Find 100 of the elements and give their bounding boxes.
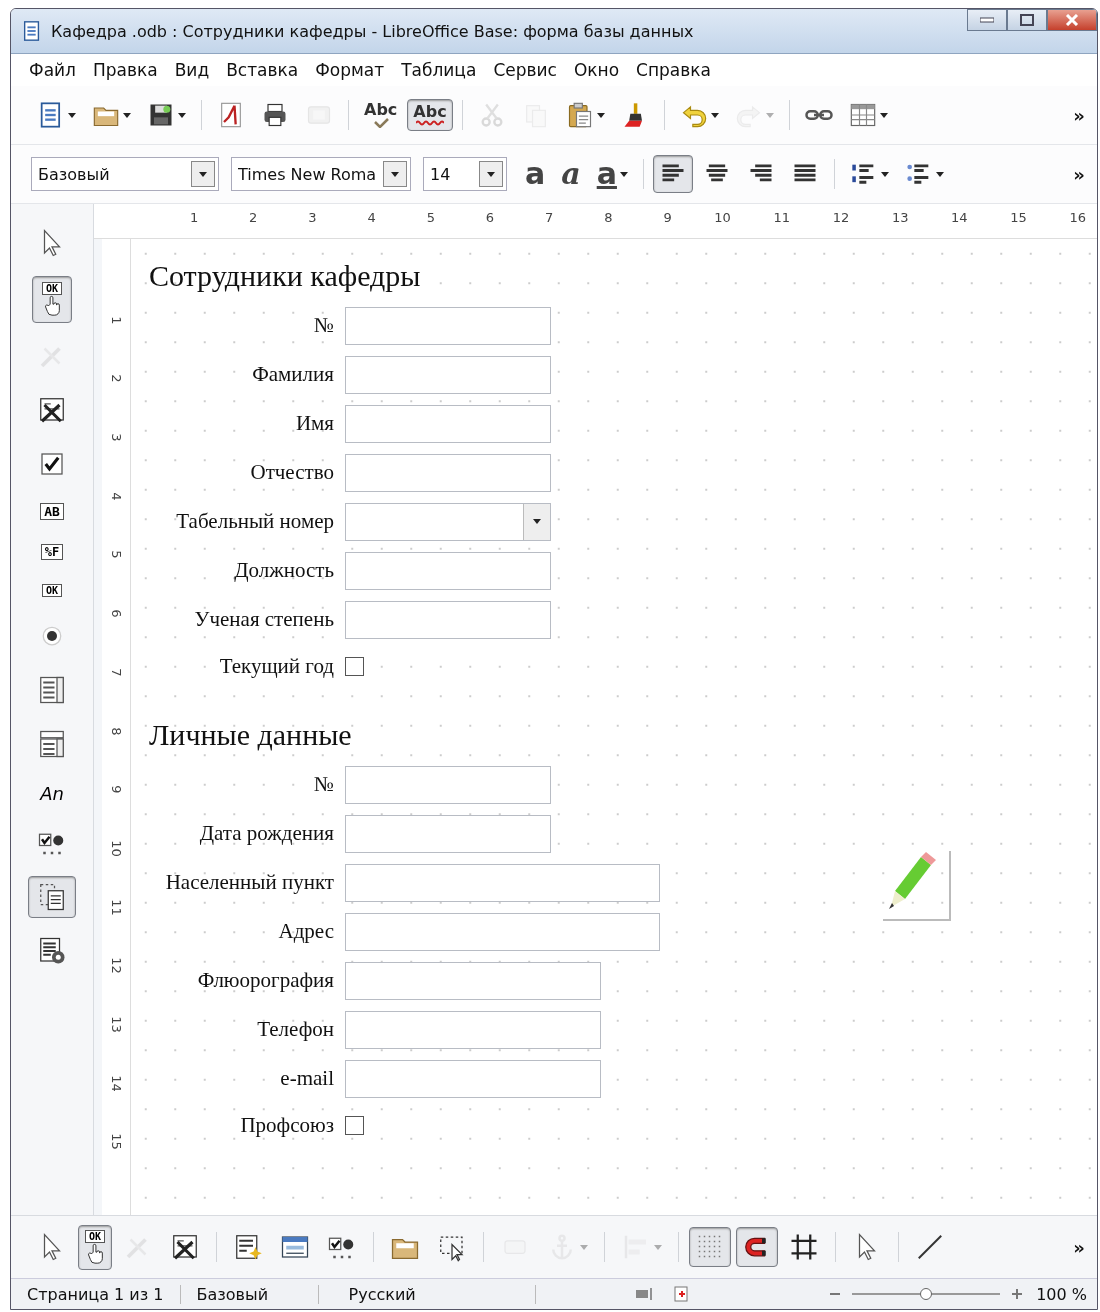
menu-item[interactable]: Вставка: [226, 60, 299, 80]
font-dropdown[interactable]: Times New Roma: [231, 157, 411, 191]
ruler-number: 11: [108, 898, 124, 916]
field-label: Профсоюз: [239, 1112, 334, 1138]
text-field[interactable]: [345, 863, 660, 902]
label-button[interactable]: An: [31, 777, 73, 810]
text-field[interactable]: [345, 1059, 601, 1098]
minimize-icon: [980, 17, 994, 23]
form-design-icon: [37, 395, 67, 425]
field-label: Ученая степень: [193, 607, 334, 632]
text-field[interactable]: [345, 961, 601, 1000]
ruler-number: 11: [773, 210, 791, 225]
style-status: Базовый: [180, 1284, 319, 1304]
ruler-number: 13: [891, 210, 909, 225]
checkbox[interactable]: [345, 656, 364, 676]
field-label: Адрес: [277, 919, 334, 944]
close-icon: [1065, 14, 1079, 26]
ruler-number: 14: [108, 1074, 124, 1092]
menu-item[interactable]: Вид: [174, 60, 210, 80]
menu-item[interactable]: Окно: [573, 60, 620, 80]
window-title: Кафедра .odb : Сотрудники кафедры - LibreOffice Base: форма базы данных: [51, 21, 695, 41]
menu-item[interactable]: Справка: [636, 60, 711, 80]
minimize-button[interactable]: [967, 9, 1007, 31]
spellcheck-button[interactable]: Abc: [358, 97, 404, 133]
ruler-number: 6: [108, 609, 124, 618]
ruler-number: 15: [1010, 210, 1027, 225]
section-heading: Сотрудники кафедры: [149, 259, 422, 293]
more-button[interactable]: »: [1073, 163, 1085, 185]
align-left-button[interactable]: [652, 155, 693, 193]
control-mode-button[interactable]: OK: [32, 276, 72, 323]
text-field[interactable]: [345, 814, 551, 853]
size-dropdown[interactable]: 14: [423, 157, 507, 191]
field-label: Населенный пункт: [164, 870, 334, 895]
combo-field[interactable]: [345, 502, 551, 541]
add-field-icon: [233, 1232, 263, 1262]
text-field[interactable]: [345, 912, 660, 951]
ruler-number: 7: [108, 668, 124, 677]
text-field[interactable]: [345, 404, 551, 443]
underline-button[interactable]: a: [590, 154, 634, 194]
check-icon: [372, 118, 389, 128]
bold-button[interactable]: a: [519, 154, 552, 194]
text-field[interactable]: [345, 765, 551, 804]
caret-icon: [199, 171, 207, 177]
field-label: Табельный номер: [175, 509, 334, 534]
field-label: Текущий год: [218, 653, 334, 679]
caret-icon: [487, 171, 495, 177]
field-label: Дата рождения: [198, 821, 334, 846]
grid-button[interactable]: [689, 1227, 731, 1267]
pencil-icon: [883, 851, 951, 921]
maximize-button[interactable]: [1007, 9, 1047, 31]
caret-icon: [391, 171, 399, 177]
menu-item[interactable]: Сервис: [493, 60, 557, 80]
zoom-in-icon[interactable]: [1012, 1289, 1023, 1299]
control-mode-button[interactable]: OK: [78, 1224, 112, 1270]
ruler-number: 3: [108, 433, 124, 442]
zoom-value: 100 %: [1036, 1284, 1087, 1304]
text-field[interactable]: [345, 355, 551, 394]
ruler-number: 8: [604, 210, 613, 225]
menu-item[interactable]: Правка: [92, 60, 158, 80]
italic-button[interactable]: a: [555, 154, 587, 194]
close-button[interactable]: [1047, 9, 1097, 31]
formatted-field-button[interactable]: %F: [31, 538, 73, 566]
helplines-icon: [789, 1232, 819, 1262]
text-field[interactable]: [345, 600, 551, 639]
text-field[interactable]: [345, 1010, 601, 1049]
menu-item[interactable]: Файл: [29, 60, 76, 80]
magnet-button[interactable]: [736, 1227, 778, 1267]
autospell-button[interactable]: Abc: [407, 99, 453, 131]
more-button[interactable]: »: [1073, 104, 1085, 126]
list-box-icon: [37, 675, 67, 705]
ruler-number: 4: [108, 492, 124, 501]
form-navigator-button[interactable]: [28, 876, 76, 918]
line-icon: [915, 1232, 945, 1262]
menu-item[interactable]: Формат: [315, 60, 385, 80]
language-status: Русский: [318, 1284, 536, 1304]
style-dropdown[interactable]: Базовый: [31, 157, 219, 191]
text-field[interactable]: [345, 453, 551, 492]
text-field[interactable]: [345, 306, 551, 345]
slider-thumb[interactable]: [920, 1288, 933, 1300]
ruler-number: 9: [663, 210, 672, 225]
text-box-button[interactable]: AB: [31, 497, 73, 526]
field-label: №: [312, 772, 334, 797]
ruler-number: 10: [108, 840, 124, 857]
selection-mode-icon: [635, 1287, 654, 1301]
ruler-number: 15: [108, 1133, 124, 1151]
ruler-number: 12: [832, 210, 850, 225]
field-label: Отчество: [249, 460, 334, 485]
ruler-number: 12: [108, 957, 124, 974]
document-modified-icon: [673, 1286, 688, 1302]
push-button-button[interactable]: OK: [32, 578, 71, 603]
ruler-number: 2: [108, 374, 124, 383]
checkbox[interactable]: [345, 1115, 364, 1135]
field-label: Должность: [233, 558, 334, 583]
ruler-number: 4: [367, 210, 376, 225]
ruler-number: 13: [108, 1016, 124, 1033]
field-label: Флюорография: [196, 968, 334, 993]
field-label: №: [312, 313, 334, 338]
text-field[interactable]: [345, 551, 551, 590]
more-button[interactable]: »: [1073, 1236, 1085, 1258]
menu-item[interactable]: Таблица: [401, 60, 477, 80]
